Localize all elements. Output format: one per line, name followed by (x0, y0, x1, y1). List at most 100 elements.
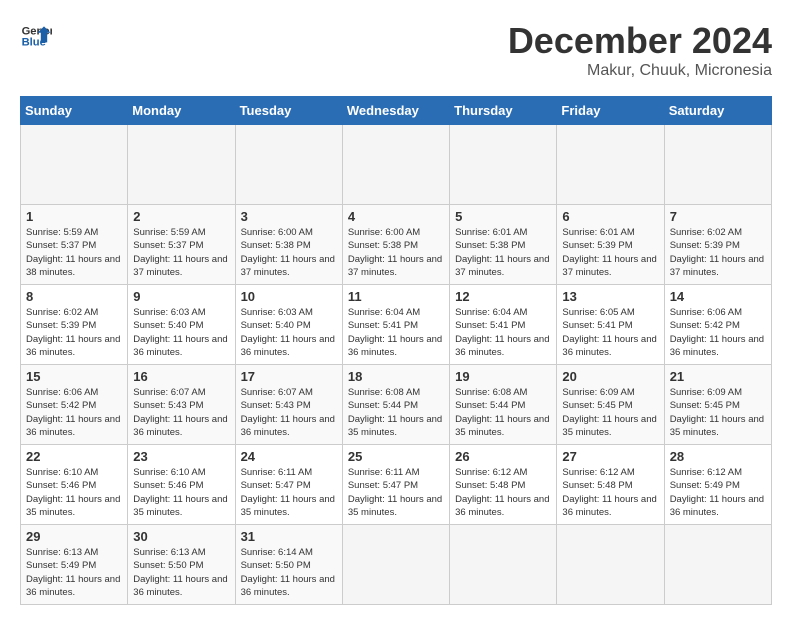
calendar-cell: 6 Sunrise: 6:01 AMSunset: 5:39 PMDaylight… (557, 205, 664, 285)
day-number: 6 (562, 209, 658, 224)
calendar-cell (450, 525, 557, 605)
calendar-cell: 18Sunrise: 6:08 AMSunset: 5:44 PMDayligh… (342, 365, 449, 445)
weekday-header-saturday: Saturday (664, 97, 771, 125)
calendar-cell: 26 Sunrise: 6:12 AMSunset: 5:48 PMDayligh… (450, 445, 557, 525)
calendar-cell: 10Sunrise: 6:03 AMSunset: 5:40 PMDayligh… (235, 285, 342, 365)
day-info: Sunrise: 5:59 AMSunset: 5:37 PMDaylight:… (133, 226, 229, 279)
calendar-cell: 28Sunrise: 6:12 AMSunset: 5:49 PMDayligh… (664, 445, 771, 525)
day-number: 17 (241, 369, 337, 384)
day-number: 25 (348, 449, 444, 464)
calendar-cell: 20Sunrise: 6:09 AMSunset: 5:45 PMDayligh… (557, 365, 664, 445)
month-title: December 2024 (508, 20, 772, 62)
day-number: 28 (670, 449, 766, 464)
calendar-cell: 7 Sunrise: 6:02 AMSunset: 5:39 PMDaylight… (664, 205, 771, 285)
calendar-cell (342, 525, 449, 605)
calendar-cell: 23Sunrise: 6:10 AMSunset: 5:46 PMDayligh… (128, 445, 235, 525)
day-info: Sunrise: 6:10 AMSunset: 5:46 PMDaylight:… (26, 466, 122, 519)
day-number: 19 (455, 369, 551, 384)
calendar-week-5: 29 Sunrise: 6:13 AMSunset: 5:49 PMDayligh… (21, 525, 772, 605)
calendar-week-0 (21, 125, 772, 205)
day-info: Sunrise: 6:09 AMSunset: 5:45 PMDaylight:… (670, 386, 766, 439)
day-info: Sunrise: 6:00 AMSunset: 5:38 PMDaylight:… (348, 226, 444, 279)
calendar-table: SundayMondayTuesdayWednesdayThursdayFrid… (20, 96, 772, 605)
calendar-cell: 1 Sunrise: 5:59 AMSunset: 5:37 PMDaylight… (21, 205, 128, 285)
calendar-cell: 2 Sunrise: 5:59 AMSunset: 5:37 PMDaylight… (128, 205, 235, 285)
calendar-cell: 14 Sunrise: 6:06 AMSunset: 5:42 PMDayligh… (664, 285, 771, 365)
calendar-cell: 30Sunrise: 6:13 AMSunset: 5:50 PMDayligh… (128, 525, 235, 605)
day-info: Sunrise: 6:06 AMSunset: 5:42 PMDaylight:… (26, 386, 122, 439)
calendar-cell: 9 Sunrise: 6:03 AMSunset: 5:40 PMDaylight… (128, 285, 235, 365)
day-number: 11 (348, 289, 444, 304)
calendar-cell: 15Sunrise: 6:06 AMSunset: 5:42 PMDayligh… (21, 365, 128, 445)
calendar-cell (342, 125, 449, 205)
weekday-header-tuesday: Tuesday (235, 97, 342, 125)
day-info: Sunrise: 5:59 AMSunset: 5:37 PMDaylight:… (26, 226, 122, 279)
calendar-week-2: 8 Sunrise: 6:02 AMSunset: 5:39 PMDaylight… (21, 285, 772, 365)
calendar-cell: 12 Sunrise: 6:04 AMSunset: 5:41 PMDayligh… (450, 285, 557, 365)
day-info: Sunrise: 6:13 AMSunset: 5:49 PMDaylight:… (26, 546, 122, 599)
day-info: Sunrise: 6:12 AMSunset: 5:48 PMDaylight:… (455, 466, 551, 519)
day-number: 20 (562, 369, 658, 384)
calendar-cell (557, 525, 664, 605)
day-info: Sunrise: 6:08 AMSunset: 5:44 PMDaylight:… (455, 386, 551, 439)
day-info: Sunrise: 6:02 AMSunset: 5:39 PMDaylight:… (26, 306, 122, 359)
weekday-header-row: SundayMondayTuesdayWednesdayThursdayFrid… (21, 97, 772, 125)
page-header: General Blue December 2024 Makur, Chuuk,… (20, 20, 772, 80)
day-number: 1 (26, 209, 122, 224)
day-number: 4 (348, 209, 444, 224)
calendar-cell: 22 Sunrise: 6:10 AMSunset: 5:46 PMDayligh… (21, 445, 128, 525)
day-info: Sunrise: 6:11 AMSunset: 5:47 PMDaylight:… (348, 466, 444, 519)
calendar-cell: 11 Sunrise: 6:04 AMSunset: 5:41 PMDayligh… (342, 285, 449, 365)
day-info: Sunrise: 6:12 AMSunset: 5:48 PMDaylight:… (562, 466, 658, 519)
day-number: 2 (133, 209, 229, 224)
calendar-week-4: 22 Sunrise: 6:10 AMSunset: 5:46 PMDayligh… (21, 445, 772, 525)
calendar-cell: 4 Sunrise: 6:00 AMSunset: 5:38 PMDaylight… (342, 205, 449, 285)
day-info: Sunrise: 6:07 AMSunset: 5:43 PMDaylight:… (133, 386, 229, 439)
calendar-cell (664, 525, 771, 605)
day-info: Sunrise: 6:07 AMSunset: 5:43 PMDaylight:… (241, 386, 337, 439)
day-number: 24 (241, 449, 337, 464)
calendar-cell (664, 125, 771, 205)
day-number: 8 (26, 289, 122, 304)
day-number: 21 (670, 369, 766, 384)
day-number: 10 (241, 289, 337, 304)
day-number: 9 (133, 289, 229, 304)
calendar-cell: 13Sunrise: 6:05 AMSunset: 5:41 PMDayligh… (557, 285, 664, 365)
day-number: 22 (26, 449, 122, 464)
calendar-cell: 3Sunrise: 6:00 AMSunset: 5:38 PMDaylight… (235, 205, 342, 285)
calendar-cell: 21 Sunrise: 6:09 AMSunset: 5:45 PMDayligh… (664, 365, 771, 445)
day-info: Sunrise: 6:04 AMSunset: 5:41 PMDaylight:… (455, 306, 551, 359)
calendar-cell: 5Sunrise: 6:01 AMSunset: 5:38 PMDaylight… (450, 205, 557, 285)
day-number: 26 (455, 449, 551, 464)
calendar-cell: 29 Sunrise: 6:13 AMSunset: 5:49 PMDayligh… (21, 525, 128, 605)
day-info: Sunrise: 6:14 AMSunset: 5:50 PMDaylight:… (241, 546, 337, 599)
logo: General Blue (20, 20, 56, 52)
calendar-cell: 25 Sunrise: 6:11 AMSunset: 5:47 PMDayligh… (342, 445, 449, 525)
day-info: Sunrise: 6:10 AMSunset: 5:46 PMDaylight:… (133, 466, 229, 519)
day-info: Sunrise: 6:11 AMSunset: 5:47 PMDaylight:… (241, 466, 337, 519)
location: Makur, Chuuk, Micronesia (508, 62, 772, 80)
day-number: 7 (670, 209, 766, 224)
day-info: Sunrise: 6:13 AMSunset: 5:50 PMDaylight:… (133, 546, 229, 599)
day-info: Sunrise: 6:00 AMSunset: 5:38 PMDaylight:… (241, 226, 337, 279)
calendar-week-3: 15Sunrise: 6:06 AMSunset: 5:42 PMDayligh… (21, 365, 772, 445)
day-info: Sunrise: 6:02 AMSunset: 5:39 PMDaylight:… (670, 226, 766, 279)
calendar-cell (128, 125, 235, 205)
day-info: Sunrise: 6:03 AMSunset: 5:40 PMDaylight:… (133, 306, 229, 359)
calendar-cell: 8 Sunrise: 6:02 AMSunset: 5:39 PMDaylight… (21, 285, 128, 365)
day-info: Sunrise: 6:04 AMSunset: 5:41 PMDaylight:… (348, 306, 444, 359)
calendar-cell: 16Sunrise: 6:07 AMSunset: 5:43 PMDayligh… (128, 365, 235, 445)
day-number: 5 (455, 209, 551, 224)
day-info: Sunrise: 6:01 AMSunset: 5:39 PMDaylight:… (562, 226, 658, 279)
weekday-header-thursday: Thursday (450, 97, 557, 125)
calendar-cell: 17 Sunrise: 6:07 AMSunset: 5:43 PMDayligh… (235, 365, 342, 445)
day-number: 18 (348, 369, 444, 384)
calendar-cell: 31Sunrise: 6:14 AMSunset: 5:50 PMDayligh… (235, 525, 342, 605)
day-number: 29 (26, 529, 122, 544)
day-number: 12 (455, 289, 551, 304)
day-info: Sunrise: 6:06 AMSunset: 5:42 PMDaylight:… (670, 306, 766, 359)
title-block: December 2024 Makur, Chuuk, Micronesia (508, 20, 772, 80)
day-number: 14 (670, 289, 766, 304)
calendar-cell (21, 125, 128, 205)
logo-icon: General Blue (20, 20, 52, 52)
